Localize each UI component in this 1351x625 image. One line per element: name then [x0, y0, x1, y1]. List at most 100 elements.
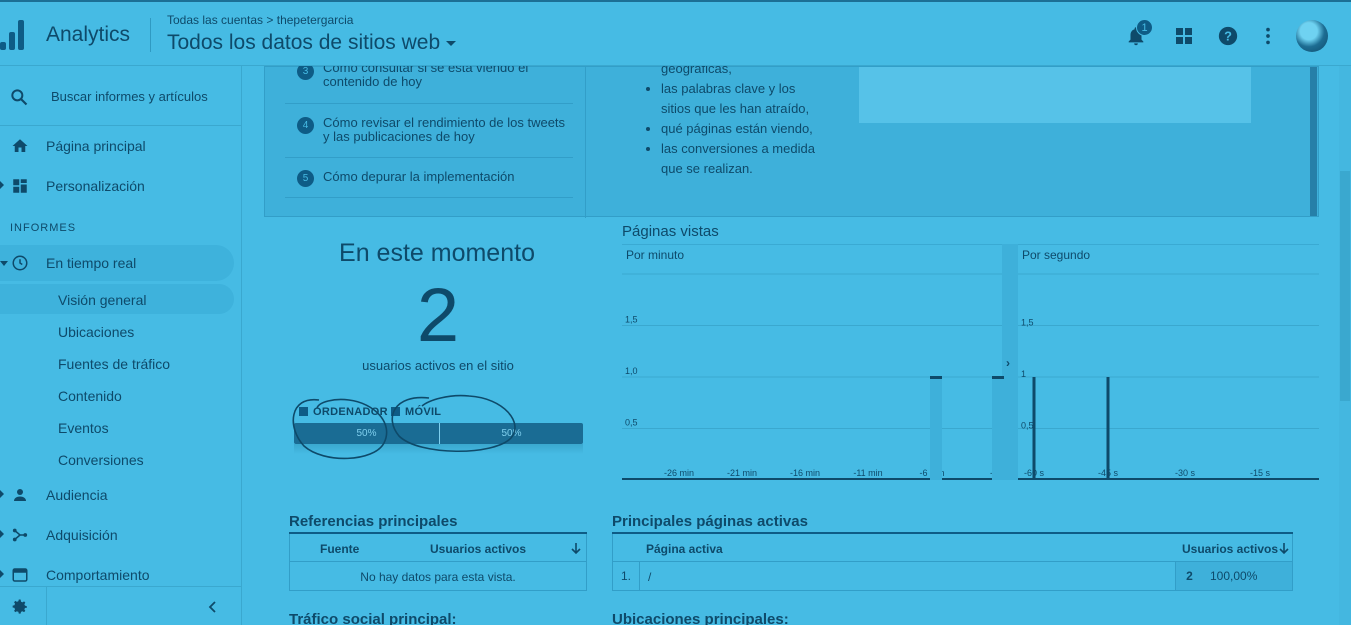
- x-tick-label: -30 s: [1175, 468, 1196, 478]
- sidebar-subitem-label: Eventos: [58, 420, 109, 436]
- tips-scrollbar[interactable]: [1310, 67, 1317, 216]
- sidebar-subitem-traffic-sources[interactable]: Fuentes de tráfico: [0, 348, 234, 378]
- bullet-item: qué páginas están viendo,: [661, 119, 825, 139]
- bar: [992, 376, 1004, 379]
- tip-number: 3: [297, 66, 314, 80]
- expand-arrow-icon: [0, 181, 4, 189]
- sort-desc-icon[interactable]: [570, 542, 582, 555]
- chart-panel-divider: [1002, 244, 1018, 480]
- sidebar-subitem-overview[interactable]: Visión general: [0, 284, 234, 314]
- sidebar-subitem-conversions[interactable]: Conversiones: [0, 444, 234, 474]
- pageviews-chart: › Por minuto 0,5 1,0 1,5 -26 min -21 min -16 mi…: [622, 244, 1319, 480]
- tips-illustration: [859, 67, 1251, 123]
- expand-arrow-icon: [0, 570, 4, 578]
- avatar[interactable]: [1296, 20, 1328, 52]
- help-icon: ?: [1218, 26, 1238, 46]
- row-users: 2: [1175, 562, 1203, 590]
- y-tick-label: 1,5: [1021, 318, 1034, 328]
- person-icon: [14, 489, 26, 501]
- home-icon: [12, 139, 28, 152]
- notifications-button[interactable]: 1: [1124, 19, 1153, 48]
- row-percent: 100,00%: [1203, 562, 1292, 590]
- sidebar-item-audience[interactable]: Audiencia: [0, 477, 234, 513]
- sidebar-item-label: Adquisición: [46, 527, 118, 543]
- more-vert-icon: [1266, 27, 1270, 45]
- tip-text: Cómo consultar si se está viendo el cont…: [323, 66, 529, 89]
- row-index: 1.: [613, 562, 640, 590]
- y-tick-label: 1: [1021, 369, 1026, 379]
- col-active-users[interactable]: Usuarios activos: [430, 542, 526, 556]
- sidebar-subitem-locations[interactable]: Ubicaciones: [0, 316, 234, 346]
- y-tick-label: 1,0: [625, 366, 638, 376]
- sidebar-item-acquisition[interactable]: Adquisición: [0, 517, 234, 553]
- breadcrumb[interactable]: Todas las cuentas > thepetergarcia: [167, 13, 353, 27]
- page-path-link[interactable]: /: [648, 570, 651, 584]
- scrollbar-thumb[interactable]: [1340, 171, 1350, 401]
- active-users-count: 2: [416, 273, 460, 358]
- svg-text:?: ?: [1224, 29, 1232, 44]
- empty-message: No hay datos para esta vista.: [360, 570, 516, 584]
- col-active-users[interactable]: Usuarios activos: [1182, 542, 1278, 556]
- top-pages-table: Página activa Usuarios activos 1. / 2 10…: [612, 532, 1293, 591]
- sidebar-footer: [0, 586, 242, 625]
- acquisition-icon: [12, 528, 28, 542]
- sidebar-item-home[interactable]: Página principal: [0, 128, 234, 164]
- search-reports[interactable]: Buscar informes y artículos: [0, 66, 242, 126]
- notification-badge: 1: [1136, 19, 1153, 36]
- x-tick-label: -16 min: [790, 468, 820, 478]
- help-button[interactable]: ?: [1216, 24, 1240, 48]
- footer-divider: [46, 587, 47, 625]
- page-scrollbar[interactable]: [1339, 66, 1351, 625]
- sidebar-subitem-label: Contenido: [58, 388, 122, 404]
- sidebar-item-label: Página principal: [46, 138, 146, 154]
- tip-text: Cómo depurar la implementación: [323, 169, 515, 184]
- expand-arrow-icon: [0, 530, 4, 538]
- table-header: Página activa Usuarios activos: [612, 534, 1293, 562]
- top-pages-title: Principales páginas activas: [612, 513, 808, 530]
- bullet-item: las conversiones a medida que se realiza…: [661, 139, 825, 179]
- settings-gear-icon[interactable]: [11, 598, 29, 616]
- sidebar-item-label: En tiempo real: [46, 255, 137, 271]
- x-tick-label: -15 s: [1250, 468, 1271, 478]
- bar: [1032, 377, 1036, 480]
- bullet-item: las palabras clave y los sitios que les …: [661, 79, 825, 119]
- tip-text: Cómo revisar el rendimiento de los tweet…: [323, 115, 566, 144]
- bar: [1106, 377, 1110, 480]
- tip-item[interactable]: 3 Cómo consultar si se está viendo el co…: [285, 66, 573, 104]
- table-row: No hay datos para esta vista.: [289, 562, 587, 591]
- active-users-label: usuarios activos en el sitio: [362, 358, 514, 373]
- tip-item[interactable]: 4 Cómo revisar el rendimiento de los twe…: [285, 104, 573, 158]
- apps-button[interactable]: [1172, 24, 1196, 48]
- search-label: Buscar informes y artículos: [51, 89, 208, 104]
- table-header: Fuente Usuarios activos: [289, 534, 587, 562]
- top-bar: Analytics Todas las cuentas > thepeterga…: [0, 0, 1351, 66]
- tip-item[interactable]: 5 Cómo depurar la implementación: [285, 158, 573, 198]
- bar-background: [930, 377, 942, 480]
- sort-desc-icon[interactable]: [1278, 542, 1290, 555]
- y-tick-label: 0,5: [625, 418, 638, 428]
- view-name: Todos los datos de sitios web: [167, 31, 441, 54]
- table-row[interactable]: 1. / 2 100,00%: [612, 562, 1293, 591]
- collapse-sidebar-icon[interactable]: [206, 600, 220, 614]
- bar: [930, 376, 942, 379]
- chevron-down-icon: [446, 40, 457, 46]
- search-icon: [11, 89, 28, 106]
- analytics-logo[interactable]: [0, 18, 26, 50]
- panel-label: Por segundo: [1022, 248, 1090, 262]
- expand-arrow-icon: ›: [1006, 356, 1010, 370]
- app-name[interactable]: Analytics: [46, 23, 130, 47]
- sidebar-subitem-events[interactable]: Eventos: [0, 412, 234, 442]
- referrals-title: Referencias principales: [289, 513, 458, 530]
- expand-arrow-icon: [0, 490, 4, 498]
- bar-background: [992, 377, 1004, 480]
- tip-number: 4: [297, 117, 314, 134]
- view-selector[interactable]: Todos los datos de sitios web: [167, 31, 457, 55]
- sidebar-item-realtime[interactable]: En tiempo real: [0, 245, 234, 281]
- col-active-page[interactable]: Página activa: [646, 542, 723, 556]
- apps-grid-icon: [1176, 28, 1192, 44]
- more-options-button[interactable]: [1256, 24, 1280, 48]
- sidebar-item-customization[interactable]: Personalización: [0, 168, 234, 204]
- sidebar-subitem-content[interactable]: Contenido: [0, 380, 234, 410]
- col-source[interactable]: Fuente: [320, 542, 359, 556]
- tips-panel: 3 Cómo consultar si se está viendo el co…: [264, 66, 1319, 218]
